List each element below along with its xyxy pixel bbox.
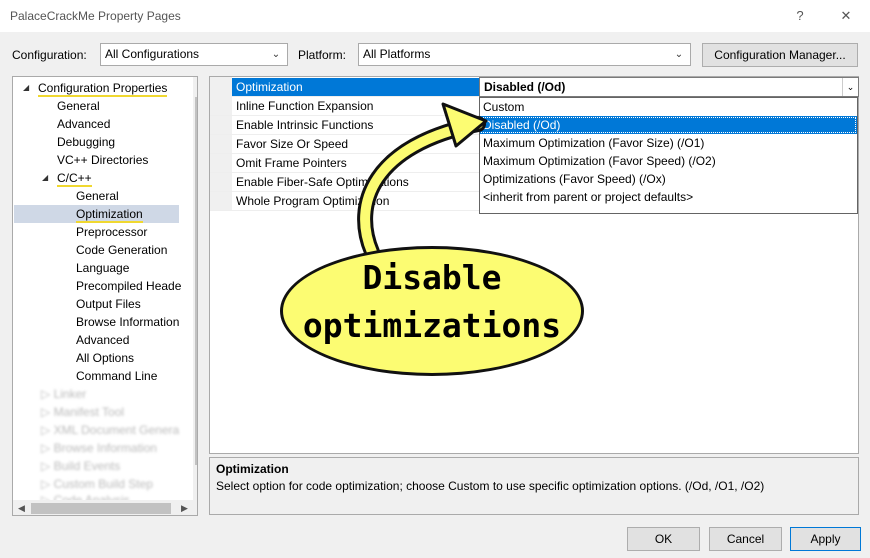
scroll-right-icon[interactable]: ▶ [176, 500, 193, 515]
tree-item-general[interactable]: General [57, 97, 100, 115]
description-title: Optimization [216, 462, 289, 476]
tree-item-cpp-general[interactable]: General [76, 187, 119, 205]
chevron-down-icon: ⌄ [271, 49, 281, 60]
option-disabled[interactable]: Disabled (/Od) [480, 116, 857, 134]
cancel-button[interactable]: Cancel [709, 527, 782, 551]
scroll-down-icon[interactable]: ▼ [193, 483, 197, 499]
collapse-triangle-icon[interactable]: ◢ [42, 173, 48, 182]
ok-button[interactable]: OK [627, 527, 700, 551]
platform-combo[interactable]: All Platforms ⌄ [358, 43, 691, 66]
grid-row-inline-function-expansion[interactable]: Inline Function Expansion [210, 97, 480, 116]
tree-item-linker[interactable]: ▷ Linker [41, 385, 86, 403]
tree-item-all-options[interactable]: All Options [76, 349, 134, 367]
grid-row-whole-program[interactable]: Whole Program Optimization [210, 192, 480, 211]
configuration-value: All Configurations [105, 47, 200, 61]
callout-line-1: Disable [362, 258, 502, 297]
description-panel: Optimization Select option for code opti… [209, 457, 859, 515]
tree-item-output-files[interactable]: Output Files [76, 295, 141, 313]
tree-item-browse-info[interactable]: ▷ Browse Information [41, 439, 157, 457]
description-text: Select option for code optimization; cho… [216, 479, 765, 493]
option-inherit[interactable]: <inherit from parent or project defaults… [480, 188, 857, 206]
chevron-down-icon[interactable]: ⌄ [842, 78, 858, 96]
tree-item-manifest-tool[interactable]: ▷ Manifest Tool [41, 403, 124, 421]
option-favor-speed-ox[interactable]: Optimizations (Favor Speed) (/Ox) [480, 170, 857, 188]
window-title: PalaceCrackMe Property Pages [10, 9, 181, 23]
tree-item-cpp-advanced[interactable]: Advanced [76, 331, 129, 349]
configuration-combo[interactable]: All Configurations ⌄ [100, 43, 288, 66]
scroll-thumb[interactable] [195, 97, 197, 465]
tree-vertical-scrollbar[interactable]: ▲ ▼ [193, 77, 197, 500]
grid-row-favor-size-or-speed[interactable]: Favor Size Or Speed [210, 135, 480, 154]
grid-row-omit-frame-pointers[interactable]: Omit Frame Pointers [210, 154, 480, 173]
tree-item-debugging[interactable]: Debugging [57, 133, 115, 151]
tree-item-optimization[interactable]: Optimization [14, 205, 179, 223]
scroll-left-icon[interactable]: ◀ [13, 500, 30, 515]
scroll-up-icon[interactable]: ▲ [193, 77, 197, 93]
help-button[interactable]: ? [786, 4, 814, 28]
optimization-value: Disabled (/Od) [484, 80, 566, 94]
grid-row-optimization[interactable]: Optimization [232, 78, 480, 97]
platform-value: All Platforms [363, 47, 431, 61]
tree-item-language[interactable]: Language [76, 259, 129, 277]
title-bar: PalaceCrackMe Property Pages ? ✕ [0, 0, 870, 32]
tree-item-optimization-label: Optimization [76, 207, 143, 223]
tree-item-browse-information[interactable]: Browse Information [76, 313, 179, 331]
tree-item-configuration-properties[interactable]: Configuration Properties [38, 79, 168, 97]
tree-item-precompiled-headers[interactable]: Precompiled Heade [76, 277, 181, 295]
tree-horizontal-scrollbar[interactable]: ◀ ▶ [13, 500, 197, 515]
grid-row-enable-intrinsic-functions[interactable]: Enable Intrinsic Functions [210, 116, 480, 135]
option-max-favor-size[interactable]: Maximum Optimization (Favor Size) (/O1) [480, 134, 857, 152]
configuration-manager-button[interactable]: Configuration Manager... [702, 43, 858, 67]
callout-text: Disable optimizations [280, 254, 584, 350]
close-button[interactable]: ✕ [832, 4, 860, 28]
apply-button[interactable]: Apply [790, 527, 861, 551]
scroll-thumb[interactable] [31, 503, 171, 514]
chevron-down-icon: ⌄ [674, 49, 684, 60]
tree-item-build-events[interactable]: ▷ Build Events [41, 457, 120, 475]
option-max-favor-speed[interactable]: Maximum Optimization (Favor Speed) (/O2) [480, 152, 857, 170]
tree-item-xml-document[interactable]: ▷ XML Document Genera [41, 421, 179, 439]
property-tree[interactable]: ◢ Configuration Properties General Advan… [12, 76, 198, 516]
callout-line-2: optimizations [302, 306, 562, 345]
tree-item-preprocessor[interactable]: Preprocessor [76, 223, 147, 241]
configuration-label: Configuration: [12, 48, 87, 62]
tree-item-cpp[interactable]: C/C++ [57, 169, 92, 187]
optimization-dropdown-list[interactable]: Custom Disabled (/Od) Maximum Optimizati… [479, 97, 858, 214]
platform-label: Platform: [298, 48, 347, 62]
option-custom[interactable]: Custom [480, 98, 857, 116]
tree-item-code-generation[interactable]: Code Generation [76, 241, 167, 259]
optimization-value-combo[interactable]: Disabled (/Od) ⌄ [479, 77, 859, 97]
collapse-triangle-icon[interactable]: ◢ [23, 83, 29, 92]
grid-row-fiber-safe[interactable]: Enable Fiber-Safe Optimizations [210, 173, 480, 192]
tree-item-command-line[interactable]: Command Line [76, 367, 157, 385]
tree-item-advanced[interactable]: Advanced [57, 115, 110, 133]
tree-item-vc-directories[interactable]: VC++ Directories [57, 151, 148, 169]
